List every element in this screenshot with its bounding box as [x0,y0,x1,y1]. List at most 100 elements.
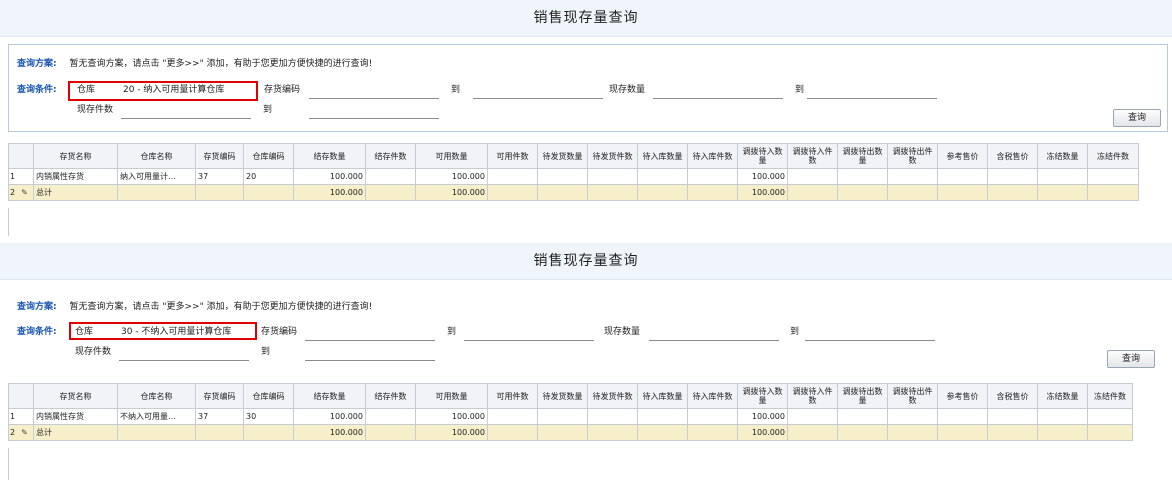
column-header[interactable]: 含税售价 [987,143,1038,169]
table-cell[interactable] [887,168,938,185]
table-cell[interactable]: 内销属性存货 [33,168,118,185]
column-header[interactable]: 仓库名称 [117,383,196,409]
table-cell[interactable] [1037,168,1088,185]
column-header[interactable]: 调拨待出数量 [837,383,888,409]
table-cell[interactable] [537,168,588,185]
table-cell[interactable] [587,408,638,425]
column-header[interactable]: 可用件数 [487,383,538,409]
table-cell[interactable]: 100.000 [737,168,788,185]
table-cell[interactable] [487,408,538,425]
table-cell[interactable] [937,408,988,425]
column-header[interactable]: 可用数量 [415,143,488,169]
total-row[interactable]: 2 ✎ 总计 100.000 100.000 100.000 [8,424,1133,441]
stock-qty-from-input[interactable] [649,340,779,341]
stock-qty-to-input[interactable] [805,340,935,341]
column-header[interactable]: 冻结数量 [1037,143,1088,169]
table-cell[interactable]: 不纳入可用量… [117,408,196,425]
table-row[interactable]: 1 内销属性存货 不纳入可用量… 37 30 100.000 100.000 1… [8,408,1133,425]
column-header[interactable]: 待入库件数 [687,383,738,409]
column-header[interactable]: 冻结件数 [1087,143,1139,169]
total-row[interactable]: 2 ✎ 总计 100.000 100.000 100.000 [8,184,1139,201]
table-cell[interactable]: 37 [195,168,244,185]
table-cell[interactable] [787,408,838,425]
column-header[interactable] [8,383,34,409]
warehouse-field[interactable]: 20 - 纳入可用量计算仓库 [123,83,224,97]
column-header[interactable]: 冻结件数 [1087,383,1133,409]
warehouse-field[interactable]: 30 - 不纳入可用量计算仓库 [121,325,231,339]
column-header[interactable]: 待发货件数 [587,143,638,169]
table-cell[interactable] [637,168,688,185]
table-cell[interactable] [787,168,838,185]
table-cell[interactable] [837,408,888,425]
inventory-code-to-input[interactable] [464,340,594,341]
inventory-code-from-input[interactable] [309,98,439,99]
table-cell[interactable] [687,408,738,425]
stock-qty-from-input[interactable] [653,98,783,99]
table-cell[interactable] [987,168,1038,185]
table-cell[interactable]: 100.000 [415,408,488,425]
column-header[interactable]: 调拨待入件数 [787,143,838,169]
table-cell[interactable] [1037,408,1088,425]
table-cell[interactable]: 内销属性存货 [33,408,118,425]
column-header[interactable]: 冻结数量 [1037,383,1088,409]
table-cell[interactable] [837,168,888,185]
table-cell[interactable]: 37 [195,408,244,425]
column-header[interactable]: 存货编码 [195,383,244,409]
stock-pieces-to-input[interactable] [305,360,435,361]
column-header[interactable]: 仓库编码 [243,143,294,169]
column-header[interactable]: 待入库数量 [637,143,688,169]
column-header[interactable]: 调拨待入数量 [737,383,788,409]
table-cell[interactable]: 纳入可用量计… [117,168,196,185]
table-cell[interactable] [637,408,688,425]
column-header[interactable]: 存货名称 [33,143,118,169]
table-cell[interactable] [537,408,588,425]
inventory-code-from-input[interactable] [305,340,435,341]
column-header[interactable]: 含税售价 [987,383,1038,409]
column-header[interactable]: 调拨待入件数 [787,383,838,409]
column-header[interactable]: 结存件数 [365,143,416,169]
column-header[interactable]: 参考售价 [937,383,988,409]
table-cell[interactable]: 20 [243,168,294,185]
table-cell[interactable]: 100.000 [293,168,366,185]
column-header[interactable]: 存货名称 [33,383,118,409]
table-cell[interactable] [1087,408,1133,425]
column-header[interactable]: 参考售价 [937,143,988,169]
table-cell[interactable] [937,168,988,185]
column-header[interactable]: 调拨待出数量 [837,143,888,169]
column-header[interactable] [8,143,34,169]
table-cell[interactable] [1087,168,1139,185]
query-button[interactable]: 查询 [1113,109,1161,127]
column-header[interactable]: 待入库数量 [637,383,688,409]
inventory-code-to-input[interactable] [473,98,603,99]
column-header[interactable]: 可用件数 [487,143,538,169]
column-header[interactable]: 仓库编码 [243,383,294,409]
column-header[interactable]: 结存件数 [365,383,416,409]
column-header[interactable]: 仓库名称 [117,143,196,169]
column-header[interactable]: 结存数量 [293,143,366,169]
table-cell[interactable]: 30 [243,408,294,425]
table-cell[interactable] [687,168,738,185]
column-header[interactable]: 调拨待出件数 [887,383,938,409]
stock-pieces-to-input[interactable] [309,118,439,119]
table-cell[interactable] [487,168,538,185]
stock-qty-to-input[interactable] [807,98,937,99]
column-header[interactable]: 待入库件数 [687,143,738,169]
table-cell[interactable] [987,408,1038,425]
column-header[interactable]: 调拨待入数量 [737,143,788,169]
column-header[interactable]: 待发货数量 [537,143,588,169]
table-cell[interactable]: 100.000 [415,168,488,185]
query-button[interactable]: 查询 [1107,350,1155,368]
table-row[interactable]: 1 内销属性存货 纳入可用量计… 37 20 100.000 100.000 1… [8,168,1139,185]
column-header[interactable]: 调拨待出件数 [887,143,938,169]
column-header[interactable]: 待发货件数 [587,383,638,409]
table-cell[interactable] [365,408,416,425]
table-cell[interactable]: 100.000 [737,408,788,425]
table-cell[interactable] [587,168,638,185]
stock-pieces-from-input[interactable] [119,360,249,361]
column-header[interactable]: 结存数量 [293,383,366,409]
column-header[interactable]: 待发货数量 [537,383,588,409]
stock-pieces-from-input[interactable] [121,118,251,119]
column-header[interactable]: 存货编码 [195,143,244,169]
table-cell[interactable]: 100.000 [293,408,366,425]
table-cell[interactable] [365,168,416,185]
